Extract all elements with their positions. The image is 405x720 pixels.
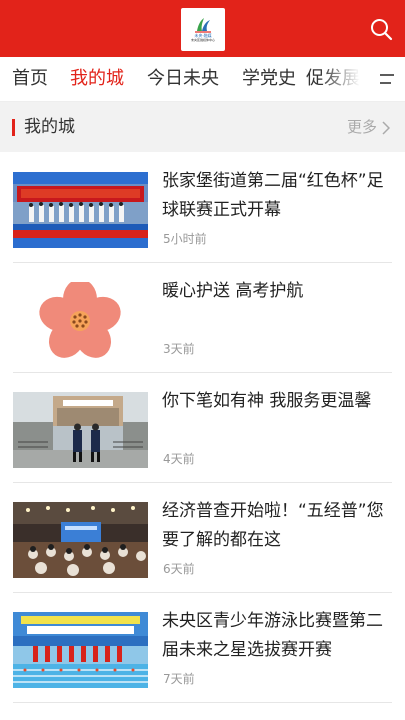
news-item[interactable]: 张家堡街道第二届“红色杯”足球联赛正式开幕 5小时前 [0, 159, 405, 270]
football-ceremony-image [13, 172, 148, 248]
tab-today-weiyang[interactable]: 今日未央 [147, 67, 219, 91]
divider [13, 482, 392, 483]
logo-subtext: 未央区融媒体中心 [190, 38, 215, 42]
menu-lines-icon[interactable] [379, 71, 395, 87]
news-time: 5小时前 [163, 232, 207, 246]
news-time: 7天前 [163, 672, 195, 686]
search-icon[interactable] [369, 17, 393, 41]
news-title[interactable]: 你下笔如有神 我服务更温馨 [162, 387, 392, 416]
news-item[interactable]: 暖心护送 高考护航 3天前 [0, 269, 405, 380]
pink-flower-image [13, 282, 148, 358]
news-time: 6天前 [163, 562, 195, 576]
tab-home[interactable]: 首页 [12, 67, 48, 91]
app-header: 未央·融媒 未央区融媒体中心 [0, 0, 405, 57]
news-thumbnail[interactable] [13, 392, 148, 468]
logo-mark-icon [195, 18, 211, 33]
news-title[interactable]: 未央区青少年游泳比赛暨第二届未来之星选拔赛开赛 [162, 607, 392, 665]
conference-hall-image [13, 502, 148, 578]
more-link[interactable]: 更多 [347, 117, 377, 137]
divider [13, 262, 392, 263]
section-header: 我的城 更多 [0, 102, 405, 152]
chevron-right-icon[interactable] [382, 121, 390, 135]
news-thumbnail[interactable] [13, 282, 148, 358]
divider [13, 372, 392, 373]
news-item[interactable]: 经济普查开始啦！“五经普”您要了解的都在这 6天前 [0, 489, 405, 600]
tab-my-city[interactable]: 我的城 [70, 67, 124, 91]
service-staff-image [13, 392, 148, 468]
news-thumbnail[interactable] [13, 172, 148, 248]
tabs-fade-overlay [320, 57, 360, 101]
section-title: 我的城 [24, 117, 75, 137]
news-item[interactable]: 未央区青少年游泳比赛暨第二届未来之星选拔赛开赛 7天前 [0, 599, 405, 710]
section-accent-bar [12, 119, 15, 136]
news-title[interactable]: 经济普查开始啦！“五经普”您要了解的都在这 [162, 497, 392, 555]
app-logo[interactable]: 未央·融媒 未央区融媒体中心 [181, 8, 225, 51]
divider [13, 592, 392, 593]
news-thumbnail[interactable] [13, 502, 148, 578]
news-time: 4天前 [163, 452, 195, 466]
news-time: 3天前 [163, 342, 195, 356]
tab-party-history[interactable]: 学党史 [242, 67, 296, 91]
swimming-competition-image [13, 612, 148, 688]
news-thumbnail[interactable] [13, 612, 148, 688]
news-item[interactable]: 你下笔如有神 我服务更温馨 4天前 [0, 379, 405, 490]
divider [13, 702, 392, 703]
channel-tabs: 首页 我的城 今日未央 学党史 促发展 [0, 57, 405, 102]
news-title[interactable]: 张家堡街道第二届“红色杯”足球联赛正式开幕 [162, 167, 392, 225]
news-title[interactable]: 暖心护送 高考护航 [162, 277, 392, 306]
